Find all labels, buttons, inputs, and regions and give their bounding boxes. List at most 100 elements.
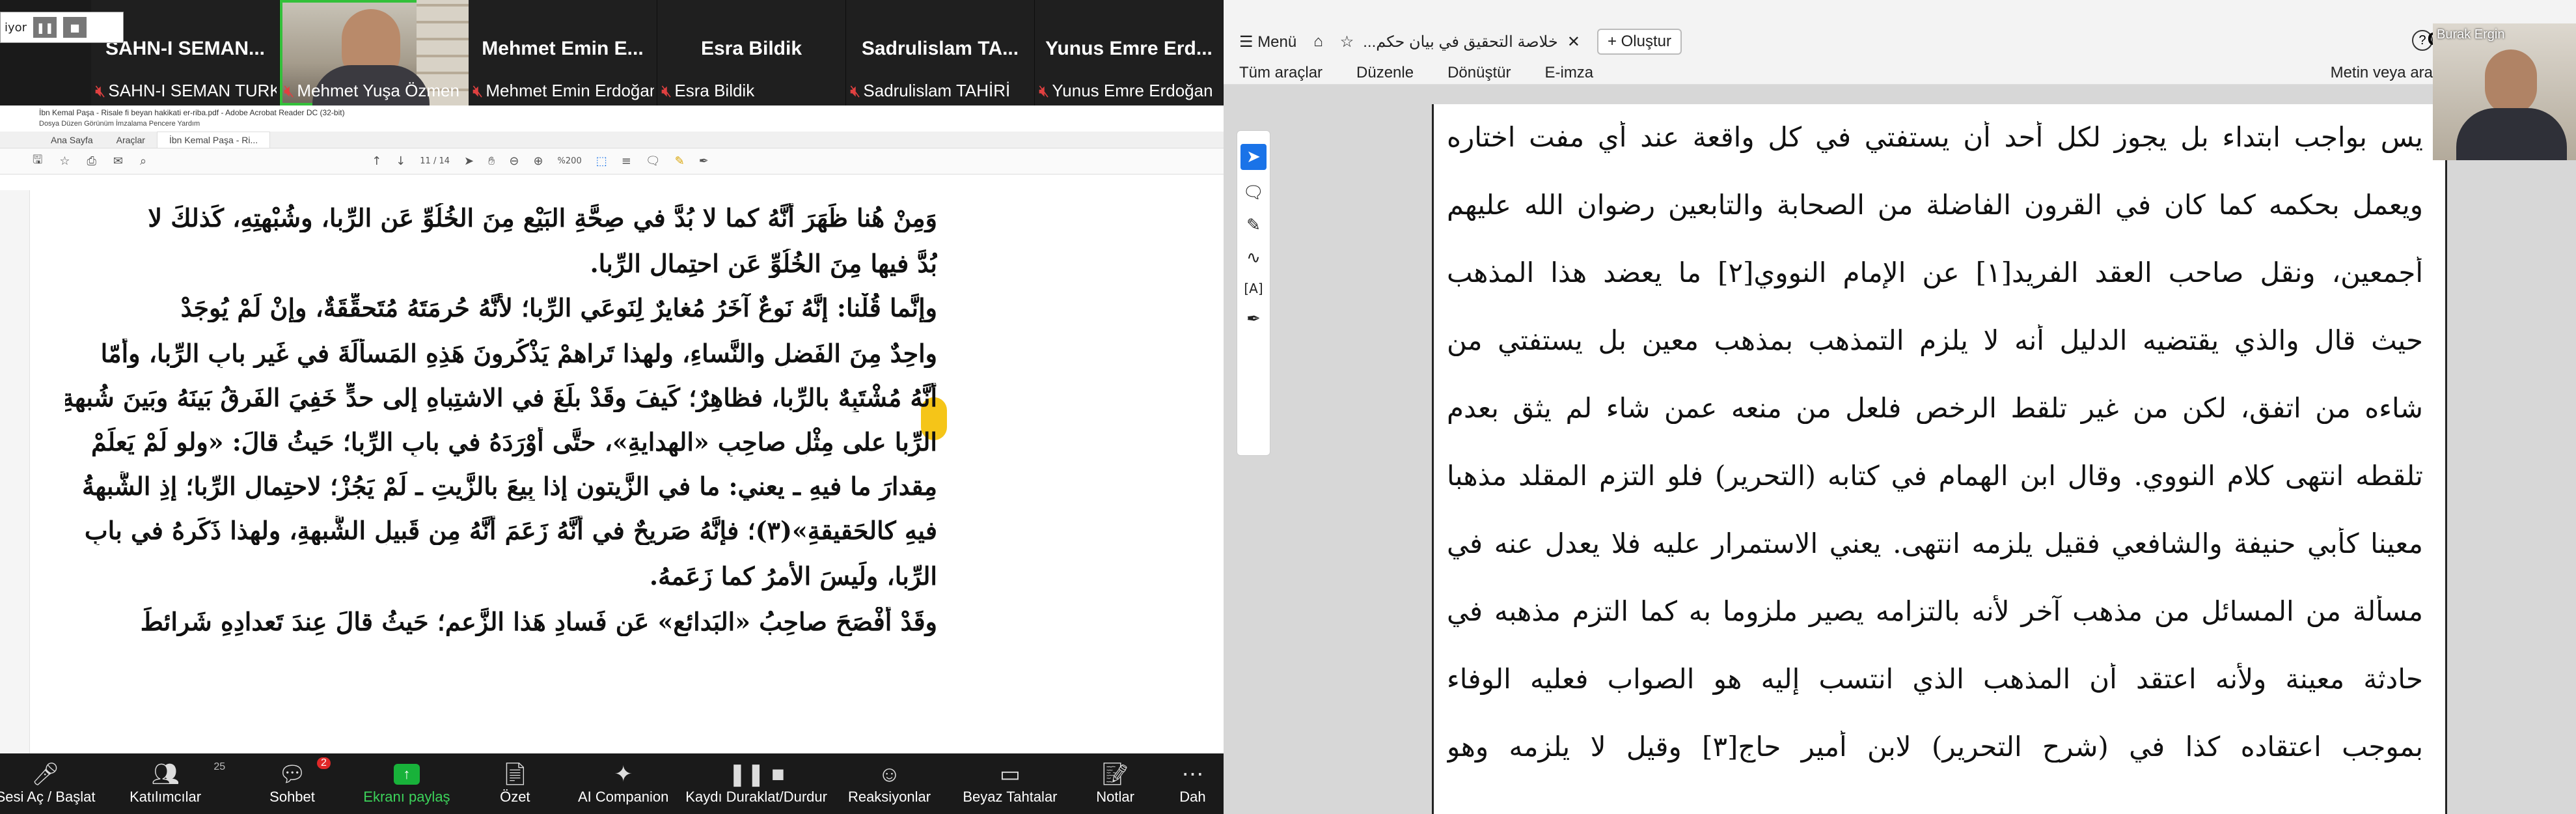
mic-muted-icon: 🔇︎: [284, 81, 295, 100]
participant-name: Mehmet Emin E...: [482, 38, 644, 59]
scroll-mode-icon[interactable]: ≡: [622, 154, 631, 168]
viewer-header: ☰ Menü ⌂ ☆ خلاصة التحقيق في بيان حكم... …: [1224, 0, 2576, 85]
text-line: مسألة من المسائل من مذهب آخر لأنه بالتزا…: [1447, 595, 2423, 627]
text-line: معينا كأبي حنيفة والشافعي فقيل يلزمه انت…: [1447, 527, 2423, 559]
webcam-body: [2456, 108, 2567, 160]
notes-button[interactable]: 📝︎ Notlar: [1069, 753, 1162, 814]
pause-share-icon[interactable]: ❚❚: [33, 17, 57, 38]
close-icon[interactable]: ✕: [1567, 33, 1580, 51]
create-button[interactable]: + Oluştur: [1596, 29, 1682, 55]
search-text-link[interactable]: Metin veya ara: [2331, 64, 2433, 82]
toolbar-convert[interactable]: Dönüştür: [1447, 64, 1511, 82]
page-indicator[interactable]: 11 / 14: [420, 156, 450, 166]
text-line: وإنَّما قُلْنا: إنَّهُ نَوعٌ آخَرُ مُغاي…: [180, 293, 937, 322]
zoom-out-icon[interactable]: ⊖: [509, 154, 519, 168]
unread-badge: 2: [316, 757, 331, 769]
participant-tile-video[interactable]: 🔇︎ Mehmet Yuşa Özmen: [280, 0, 469, 105]
save-icon[interactable]: 🖫︎: [33, 152, 42, 171]
acrobat-tabs: Ana Sayfa Araçlar İbn Kemal Paşa - Ri...: [0, 132, 1224, 148]
toolbar-all-tools[interactable]: Tüm araçlar: [1239, 64, 1322, 82]
select-cursor-icon[interactable]: ➤: [1240, 144, 1267, 170]
zoom-meeting-toolbar: 🎤︎ Sesi Aç / Başlat 👥︎ Katılımcılar 25 💬︎ Sohb…: [0, 753, 1224, 814]
tab-home[interactable]: Ana Sayfa: [39, 132, 105, 148]
viewer-body: ➤ 🗨︎ ✎ ∿ [A] ✒ يس بواجب ابتداء بل يجوز ل…: [1224, 85, 2576, 814]
participant-label: 🔇︎ Yunus Emre Erdoğan: [1039, 81, 1213, 100]
presenter-pause-controls: iyor ❚❚ ■: [0, 12, 124, 43]
tab-tools[interactable]: Araçlar: [105, 132, 157, 148]
toolbar-label: Reaksiyonlar: [847, 789, 931, 805]
text-line: أجمعين، ونقل صاحب العقد الفريد[١] عن الإ…: [1447, 257, 2423, 288]
pdf-page[interactable]: يس بواجب ابتداء بل يجوز لكل أحد أن يستفت…: [1432, 104, 2447, 814]
ai-companion-button[interactable]: ✦ AI Companion: [562, 753, 685, 814]
draw-freehand-icon[interactable]: ∿: [1246, 248, 1261, 268]
tab-document[interactable]: İbn Kemal Paşa - Ri...: [156, 132, 271, 148]
sign-icon[interactable]: ✒: [699, 154, 709, 168]
document-tab[interactable]: ☆ خلاصة التحقيق في بيان حكم... ✕: [1340, 33, 1580, 51]
summary-button[interactable]: 📄︎ Özet: [469, 753, 562, 814]
whiteboard-button[interactable]: ▭ Beyaz Tahtalar: [952, 753, 1069, 814]
highlight-pen-icon[interactable]: ✎: [675, 154, 685, 168]
star-icon[interactable]: ☆: [1340, 33, 1354, 51]
annotation-tools-rail: ➤ 🗨︎ ✎ ∿ [A] ✒: [1237, 130, 1270, 456]
text-line: بموجب اعتقاده كذا في (شرح التحرير) لابن …: [1447, 731, 2423, 763]
mic-muted-icon: 🔇︎: [661, 81, 672, 100]
acrobat-menu-bar[interactable]: Dosya Düzen Görünüm İmzalama Pencere Yar…: [0, 120, 1224, 132]
acrobat-left-sidebar[interactable]: [0, 190, 30, 753]
acrobat-document-view[interactable]: وَمِنْ هُنا ظَهَرَ أنَّهُ كما لا بُدَّ ف…: [0, 190, 1224, 753]
share-screen-button[interactable]: ↑ Ekranı paylaş: [345, 753, 469, 814]
page-down-icon[interactable]: ↓: [396, 154, 405, 168]
zoom-level[interactable]: %200: [558, 156, 582, 166]
toolbar-edit[interactable]: Düzenle: [1356, 64, 1414, 82]
select-cursor-icon[interactable]: ➤: [464, 154, 474, 168]
whiteboard-icon: ▭: [999, 762, 1021, 787]
mic-muted-icon: 🔇︎: [850, 81, 861, 100]
toolbar-label: Beyaz Tahtalar: [963, 789, 1058, 805]
text-select-icon[interactable]: [A]: [1244, 281, 1263, 296]
record-pause-icon: ❚❚ ■: [728, 762, 785, 787]
menu-button[interactable]: ☰ Menü: [1239, 33, 1296, 51]
acrobat-toolbar: 🖫︎ ☆ ⎙ ✉ ⌕ ↑ ↓ 11 / 14 ➤ ✋︎ ⊖ ⊕ %200 ⬚ ≡…: [0, 148, 1224, 175]
email-icon[interactable]: ✉: [113, 154, 123, 168]
viewer-toolbar: Tüm araçlar Düzenle Dönüştür E-imza: [1239, 64, 1593, 82]
self-view-webcam[interactable]: Burak Ergin: [2433, 23, 2576, 160]
reactions-button[interactable]: ☺ Reaksiyonlar: [827, 753, 951, 814]
participant-name: Esra Bildik: [700, 38, 802, 59]
more-button[interactable]: ⋯ Dah: [1162, 753, 1224, 814]
hand-tool-icon[interactable]: ✋︎: [488, 154, 495, 168]
share-screen-icon: ↑: [393, 764, 420, 785]
text-line: يس بواجب ابتداء بل يجوز لكل أحد أن يستفت…: [1447, 121, 2423, 153]
stop-share-icon[interactable]: ■: [63, 17, 87, 38]
participant-tile[interactable]: Yunus Emre Erd... 🔇︎ Yunus Emre Erdoğan: [1035, 0, 1224, 105]
search-icon[interactable]: ⌕: [140, 154, 146, 168]
text-line: الرِّبا، ولَيسَ الأمرُ كما زَعَمهُ.: [649, 561, 937, 591]
participant-strip: SAHN-I SEMAN... 🔇︎SAHN-I SEMAN TURKCE 🔇︎…: [91, 0, 1224, 105]
pen-icon[interactable]: ✎: [1246, 216, 1261, 235]
presenter-label: iyor: [5, 20, 27, 35]
print-icon[interactable]: ⎙: [87, 154, 96, 168]
add-comment-icon[interactable]: 🗨︎: [1242, 183, 1264, 203]
participants-button[interactable]: 👥︎ Katılımcılar 25: [91, 753, 240, 814]
page-up-icon[interactable]: ↑: [372, 154, 381, 168]
toolbar-label: Katılımcılar: [130, 789, 202, 805]
participant-tile[interactable]: Sadrulislam TA... 🔇︎ Sadrulislam TAHİRİ: [846, 0, 1035, 105]
toolbar-esign[interactable]: E-imza: [1544, 64, 1593, 82]
navigation-tools: ↑ ↓ 11 / 14 ➤ ✋︎ ⊖ ⊕ %200 ⬚ ≡ 🗨︎ ✎ ✒: [372, 154, 709, 168]
participant-label: 🔇︎ Mehmet Yuşa Özmen: [284, 81, 459, 100]
comment-icon[interactable]: 🗨︎: [646, 154, 661, 168]
chat-button[interactable]: 💬︎ Sohbet 2: [240, 753, 345, 814]
toolbar-label: Dah: [1179, 789, 1206, 805]
participant-tile[interactable]: Esra Bildik 🔇︎ Esra Bildik: [657, 0, 846, 105]
participants-icon: 👥︎: [151, 762, 180, 787]
home-icon[interactable]: ⌂: [1313, 33, 1323, 51]
toolbar-label: Sohbet: [269, 789, 315, 805]
participant-tile[interactable]: Mehmet Emin E... 🔇︎ Mehmet Emin Erdoğan: [469, 0, 657, 105]
summary-icon: 📄︎: [500, 762, 529, 787]
participant-label: 🔇︎ Sadrulislam TAHİRİ: [850, 81, 1011, 100]
record-pause-button[interactable]: ❚❚ ■ Kaydı Duraklat/Durdur: [685, 753, 828, 814]
fit-page-icon[interactable]: ⬚: [596, 154, 607, 168]
fill-sign-icon[interactable]: ✒: [1246, 309, 1261, 329]
webcam-face: [2485, 49, 2537, 115]
zoom-in-icon[interactable]: ⊕: [533, 154, 543, 168]
microphone-button[interactable]: 🎤︎ Sesi Aç / Başlat: [0, 753, 95, 814]
bookmark-star-icon[interactable]: ☆: [59, 154, 70, 168]
